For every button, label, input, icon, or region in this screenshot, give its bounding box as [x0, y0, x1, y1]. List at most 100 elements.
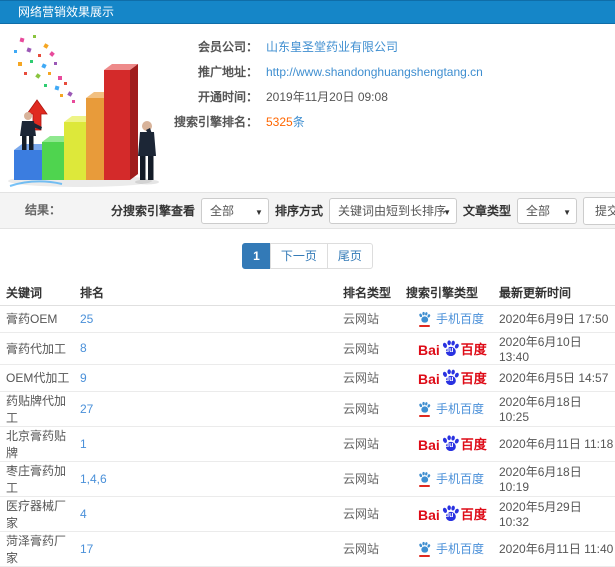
rank-link[interactable]: 17	[80, 542, 93, 556]
baidu-logo: Bai du 百度	[418, 339, 487, 358]
rank-type-cell: 云网站	[337, 305, 400, 333]
baidu-du-text: du	[444, 442, 454, 449]
mobile-baidu-label: 手机百度	[436, 472, 485, 486]
mobile-baidu-logo: 手机百度	[418, 470, 484, 487]
update-time-cell: 2020年6月11日 11:18	[493, 426, 615, 462]
baidu-logo: Bai du 百度	[418, 434, 487, 453]
baidu-cn-text: 百度	[460, 437, 487, 452]
red-underline	[419, 554, 430, 557]
rank-link[interactable]: 1	[80, 437, 87, 451]
table-row: 北京膏药贴牌 1 云网站 Bai du 百度 2020年6月11日 11:18	[0, 426, 615, 462]
mobile-baidu-label: 手机百度	[436, 312, 485, 326]
baidu-bai-text: Bai	[418, 507, 440, 523]
baidu-du-text: du	[444, 376, 454, 383]
open-time-label: 开通时间：	[197, 90, 258, 104]
engine-rank-label: 搜索引擎排名：	[173, 115, 258, 129]
keyword-cell: 菏泽膏药厂家	[0, 531, 74, 567]
article-type-select[interactable]: 全部 ▼	[517, 197, 577, 224]
table-header-row: 关键词 排名 排名类型 搜索引擎类型 最新更新时间	[0, 281, 615, 306]
table-row: 药贴牌代加工 27 云网站 手机百度 2020年6月18日 10:25	[0, 391, 615, 427]
red-underline	[419, 484, 430, 487]
keyword-cell: OEM代加工	[0, 364, 74, 392]
mobile-baidu-logo: 手机百度	[418, 310, 484, 327]
member-info-section: 会员公司： 山东皇圣堂药业有限公司 推广地址： http://www.shand…	[0, 24, 615, 192]
table-row: 医疗器械厂家 4 云网站 Bai du 百度 2020年5月29日 10:32	[0, 496, 615, 532]
keyword-cell: 北京膏药贴牌	[0, 426, 74, 462]
keyword-cell: 膏药代加工	[0, 332, 74, 365]
businessman-right	[135, 121, 159, 185]
update-time-cell: 2020年6月9日 17:50	[493, 305, 615, 333]
col-header-rank: 排名	[74, 281, 337, 306]
col-header-update-time: 最新更新时间	[493, 281, 615, 306]
engine-filter-select[interactable]: 全部 ▼	[200, 197, 269, 224]
keyword-cell: 膏药OEM	[0, 305, 74, 333]
update-time-cell: 2020年6月11日 11:40	[493, 531, 615, 567]
baidu-cn-text: 百度	[460, 371, 487, 386]
keyword-cell: 枣庄膏药加工	[0, 461, 74, 497]
baidu-bai-text: Bai	[418, 341, 440, 358]
rank-type-cell: 云网站	[337, 391, 400, 427]
filter-bar: 结果： 分搜索引擎查看 全部 ▼ 排序方式 关键词由短到长排序 ▼ 文章类型 全…	[0, 192, 615, 229]
confetti-dots	[14, 35, 75, 103]
rank-type-cell: 云网站	[337, 496, 400, 532]
rank-link[interactable]: 8	[80, 341, 87, 355]
baidu-paw-icon	[419, 401, 431, 413]
rank-type-cell: 云网站	[337, 364, 400, 392]
caret-down-icon: ▼	[255, 207, 263, 217]
rank-type-cell: 云网站	[337, 531, 400, 567]
promo-url-link[interactable]: http://www.shandonghuangshengtang.cn	[266, 65, 483, 79]
rank-link[interactable]: 25	[80, 312, 93, 326]
col-header-engine-type: 搜索引擎类型	[400, 281, 493, 306]
submit-button[interactable]: 提交	[583, 196, 615, 225]
page-button-current[interactable]: 1	[242, 243, 271, 269]
top-title-bar: 网络营销效果展示	[0, 0, 615, 24]
results-table: 关键词 排名 排名类型 搜索引擎类型 最新更新时间 膏药OEM 25 云网站 手…	[0, 281, 615, 567]
update-time-cell: 2020年5月29日 10:32	[493, 496, 615, 532]
field-company: 会员公司： 山东皇圣堂药业有限公司	[166, 34, 483, 59]
mobile-baidu-logo: 手机百度	[418, 400, 484, 417]
results-table-body: 膏药OEM 25 云网站 手机百度 2020年6月9日 17:50 膏药代加工 …	[0, 305, 615, 567]
baidu-cn-text: 百度	[460, 507, 487, 522]
next-page-button[interactable]: 下一页	[269, 243, 328, 269]
baidu-bai-text: Bai	[418, 371, 440, 387]
last-page-button[interactable]: 尾页	[326, 243, 373, 269]
keyword-cell: 药贴牌代加工	[0, 391, 74, 427]
table-row: 菏泽膏药厂家 17 云网站 手机百度 2020年6月11日 11:40	[0, 531, 615, 567]
baidu-du-text: du	[444, 512, 454, 519]
bar-red	[104, 64, 138, 180]
article-type-label: 文章类型	[462, 204, 511, 218]
sort-filter-select[interactable]: 关键词由短到长排序 ▼	[328, 197, 457, 224]
table-row: 枣庄膏药加工 1,4,6 云网站 手机百度 2020年6月18日 10:19	[0, 461, 615, 497]
baidu-logo: Bai du 百度	[418, 504, 487, 523]
baidu-paw-icon	[419, 311, 431, 323]
company-link[interactable]: 山东皇圣堂药业有限公司	[266, 40, 398, 54]
baidu-logo: Bai du 百度	[418, 368, 487, 387]
engine-rank-count: 5325	[266, 115, 293, 129]
rank-link[interactable]: 9	[80, 371, 87, 385]
keyword-cell: 医疗器械厂家	[0, 496, 74, 532]
caret-down-icon: ▼	[443, 207, 451, 217]
rank-link[interactable]: 27	[80, 402, 93, 416]
engine-filter-value: 全部	[209, 204, 234, 218]
rank-link[interactable]: 4	[80, 507, 87, 521]
rank-type-cell: 云网站	[337, 461, 400, 497]
filter-controls: 分搜索引擎查看 全部 ▼ 排序方式 关键词由短到长排序 ▼ 文章类型 全部 ▼ …	[111, 193, 615, 228]
baidu-paw-icon	[419, 471, 431, 483]
mobile-baidu-logo: 手机百度	[418, 540, 484, 557]
mobile-baidu-label: 手机百度	[436, 402, 485, 416]
col-header-keyword: 关键词	[0, 281, 74, 306]
red-underline	[419, 414, 430, 417]
rank-link[interactable]: 1,4,6	[80, 472, 107, 486]
result-label: 结果：	[25, 203, 62, 217]
rank-type-cell: 云网站	[337, 426, 400, 462]
update-time-cell: 2020年6月18日 10:19	[493, 461, 615, 497]
mobile-baidu-label: 手机百度	[436, 542, 485, 556]
table-row: 膏药OEM 25 云网站 手机百度 2020年6月9日 17:50	[0, 305, 615, 333]
baidu-cn-text: 百度	[460, 341, 487, 357]
article-type-value: 全部	[526, 204, 551, 218]
sort-filter-value: 关键词由短到长排序	[337, 204, 446, 218]
baidu-du-text: du	[444, 346, 454, 354]
baidu-paw-icon	[419, 541, 431, 553]
engine-filter-label: 分搜索引擎查看	[110, 204, 195, 218]
member-fields: 会员公司： 山东皇圣堂药业有限公司 推广地址： http://www.shand…	[166, 34, 483, 134]
